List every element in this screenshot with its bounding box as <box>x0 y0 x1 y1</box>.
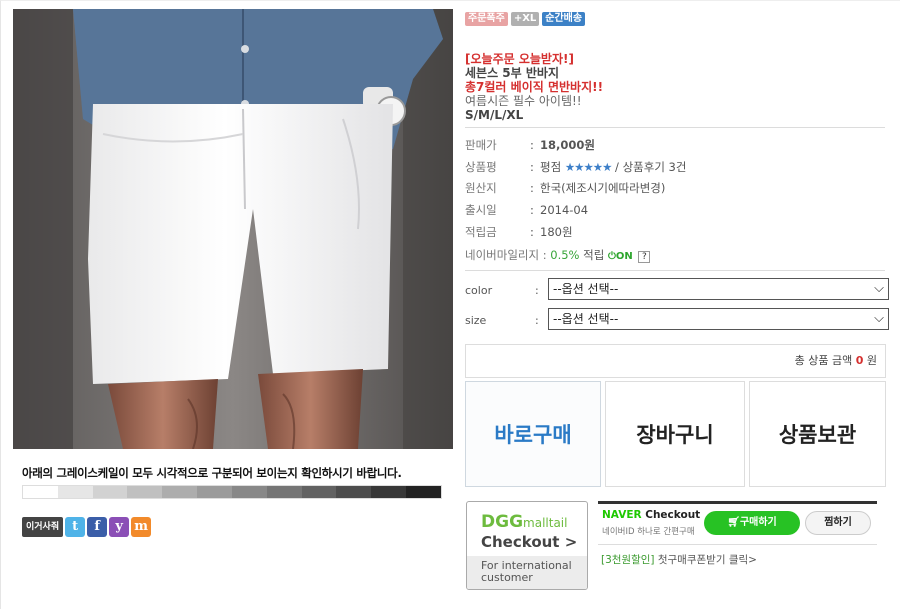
grayscale-note: 아래의 그레이스케일이 모두 시각적으로 구분되어 보이는지 확인하시기 바랍니… <box>22 466 402 480</box>
grayscale-swatch <box>162 486 198 498</box>
option-size-label: size <box>465 314 487 327</box>
yozm-icon[interactable]: y <box>109 517 130 537</box>
divider <box>465 270 885 271</box>
size-select[interactable]: --옵션 선택-- ⌵ <box>548 308 889 330</box>
wishlist-button[interactable]: 상품보관 <box>749 381 886 487</box>
grayscale-swatch <box>406 486 441 498</box>
dgg-logo: DGGmalltail <box>481 512 568 532</box>
release-row: 출시일:2014-04 <box>465 203 589 217</box>
grayscale-swatch <box>92 486 128 498</box>
points-row: 적립금:180원 <box>465 225 573 239</box>
grayscale-swatch <box>336 486 372 498</box>
naver-wish-button[interactable]: 찜하기 <box>805 511 871 535</box>
grayscale-swatch <box>266 486 302 498</box>
badge-hot-order: 주문폭주 <box>465 12 508 26</box>
naver-checkout-panel: NAVER Checkout 네이버ID 하나로 간편구매 🛒︎구매하기 찜하기 <box>598 501 877 545</box>
rating-stars: ★★★★★ <box>564 160 613 174</box>
product-image <box>13 9 453 449</box>
facebook-icon[interactable]: f <box>87 517 108 537</box>
mileage-rate: 0.5% <box>550 248 580 262</box>
headline-colors: 총7컬러 베이직 면반바지!! <box>465 80 604 94</box>
release-value: 2014-04 <box>540 203 589 217</box>
badge-xl: +XL <box>510 12 540 26</box>
dgg-checkout-button[interactable]: DGGmalltail Checkout > For international… <box>466 501 588 590</box>
price-value: 18,000원 <box>540 138 595 152</box>
color-select[interactable]: --옵션 선택-- ⌵ <box>548 278 889 300</box>
grayscale-strip <box>22 485 442 499</box>
origin-value: 한국(제조시기에따라변경) <box>540 181 666 195</box>
grayscale-swatch <box>57 486 93 498</box>
help-icon[interactable]: ? <box>638 251 651 263</box>
divider <box>465 127 885 128</box>
grayscale-swatch <box>371 486 407 498</box>
price-label: 판매가 <box>465 138 497 152</box>
chevron-down-icon: ⌵ <box>874 281 884 296</box>
mileage-row: 네이버마일리지 : 0.5% 적립 ⏻ON ? <box>465 247 651 263</box>
mileage-on-icon: ⏻ON <box>607 251 633 262</box>
grayscale-swatch <box>23 486 58 498</box>
total-price-box: 총 상품 금액 0 원 <box>465 344 886 378</box>
grayscale-swatch <box>231 486 267 498</box>
badge-quick-delivery: 순간배송 <box>542 12 586 26</box>
headline-name: 세븐스 5부 반바지 <box>465 66 559 80</box>
total-amount: 0 <box>855 354 864 367</box>
points-value: 180원 <box>540 225 573 239</box>
product-photo-illustration <box>13 9 453 449</box>
grayscale-swatch <box>301 486 337 498</box>
headline-promo: [오늘주문 오늘받자!] <box>465 52 574 66</box>
grayscale-swatch <box>127 486 163 498</box>
review-label: 상품평 <box>465 160 497 174</box>
origin-row: 원산지: 한국(제조시기에따라변경) <box>465 181 666 195</box>
add-to-cart-button[interactable]: 장바구니 <box>605 381 745 487</box>
buy-me-button[interactable]: 이거사줘 <box>22 517 64 537</box>
review-count-link[interactable]: / 상품후기 3건 <box>615 160 686 174</box>
review-row: 상품평: 평점 ★★★★★ / 상품후기 3건 <box>465 160 687 174</box>
coupon-link[interactable]: [3천원할인] 첫구매쿠폰받기 클릭> <box>601 552 757 567</box>
price-row: 판매가:18,000원 <box>465 138 595 152</box>
twitter-icon[interactable]: t <box>65 517 86 537</box>
me2day-icon[interactable]: m <box>131 517 152 537</box>
headline-sizes: S/M/L/XL <box>465 108 524 122</box>
option-color-label: color <box>465 284 493 297</box>
badge-list: 주문폭주 +XL 순간배송 <box>465 12 586 26</box>
grayscale-swatch <box>197 486 232 498</box>
product-info-panel: 주문폭주 +XL 순간배송 [오늘주문 오늘받자!] 세븐스 5부 반바지 총7… <box>460 8 890 598</box>
cart-icon: 🛒︎ <box>727 517 740 528</box>
chevron-down-icon: ⌵ <box>874 311 884 326</box>
naver-buy-button[interactable]: 🛒︎구매하기 <box>704 511 800 535</box>
naver-checkout-title: NAVER Checkout <box>602 509 701 521</box>
buy-now-button[interactable]: 바로구매 <box>465 381 601 487</box>
headline-season: 여름시즌 필수 아이템!! <box>465 94 582 108</box>
product-headline: [오늘주문 오늘받자!] 세븐스 5부 반바지 총7컬러 베이직 면반바지!! … <box>465 52 603 122</box>
share-bar: 이거사줘 t f y m <box>22 517 152 537</box>
